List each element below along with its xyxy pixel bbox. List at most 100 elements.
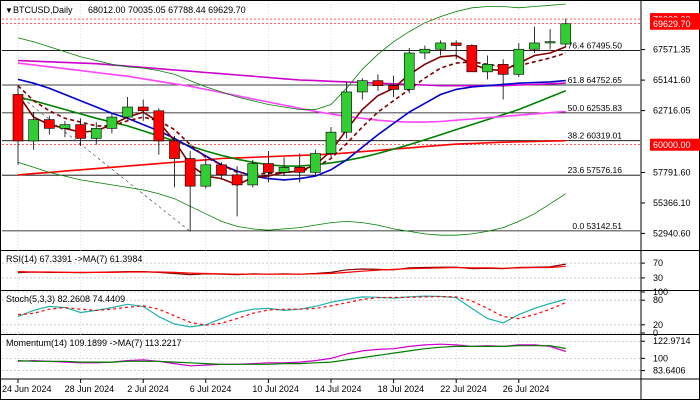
price-panel: 76.4 67495.50 61.8 64752.65 50.0 62535.83 3… — [2, 3, 700, 238]
candle-body — [12, 94, 24, 142]
candle-body — [169, 140, 180, 159]
candle — [435, 40, 446, 56]
fib-level-label: 61.8 64752.65 — [568, 75, 623, 85]
candle-body — [59, 124, 71, 129]
candle — [325, 127, 337, 158]
candle-body — [184, 158, 196, 187]
fib-level-label: 0.0 53142.51 — [572, 221, 622, 231]
candle-body — [341, 91, 352, 133]
candle — [544, 29, 556, 50]
candle-body — [325, 131, 337, 154]
chart-title: BTCUSD,Daily — [13, 5, 73, 15]
candle-body — [513, 48, 525, 75]
candle-body — [419, 48, 431, 54]
candle — [12, 85, 24, 165]
candle — [43, 115, 55, 135]
price-tag-label: 69629.70 — [653, 19, 691, 29]
candle-body — [231, 174, 243, 186]
indicator-line — [17, 161, 567, 236]
dropdown-icon: ▼ — [5, 6, 13, 15]
candle — [310, 149, 321, 175]
y-tick-label: 55366.10 — [653, 198, 691, 208]
candle-body — [90, 128, 102, 139]
candle — [231, 166, 243, 217]
candle-body — [497, 64, 509, 75]
candle — [388, 75, 399, 97]
x-tick-label: 26 Jul 2024 — [503, 384, 550, 394]
fib-level-label: 76.4 67495.50 — [568, 41, 623, 51]
candle-body — [529, 42, 540, 50]
x-tick-label: 22 Jul 2024 — [440, 384, 487, 394]
candle — [184, 151, 196, 232]
chart-svg: 76.4 67495.50 61.8 64752.65 50.0 62535.83 3… — [0, 0, 700, 400]
candle — [200, 158, 212, 189]
y-tick-label: 62716.05 — [653, 106, 691, 116]
candle — [513, 42, 525, 77]
y-tick-label: 70 — [653, 258, 663, 268]
indicator-panel-2: 10080200Stoch(5,3,3) 82.2608 74.4409 — [2, 287, 668, 338]
candle-body — [263, 163, 274, 173]
candle-body — [137, 106, 149, 112]
candle — [356, 78, 368, 100]
x-tick-label: 18 Jul 2024 — [378, 384, 425, 394]
candle — [372, 74, 384, 91]
candle — [28, 112, 39, 150]
y-tick-label: 65141.60 — [653, 75, 691, 85]
candle — [419, 45, 431, 60]
y-tick-label: 67571.35 — [653, 45, 691, 55]
candle-body — [216, 164, 227, 176]
candle-body — [482, 64, 493, 73]
fib-level-label: 38.2 60319.01 — [568, 131, 623, 141]
indicator-line — [17, 3, 566, 110]
y-tick-label: 30 — [653, 273, 663, 283]
indicator-line — [17, 139, 566, 176]
candle-body — [294, 167, 306, 173]
y-tick-label: 83.6406 — [653, 366, 686, 376]
candle — [482, 55, 493, 80]
candle-body — [388, 85, 399, 90]
candle — [403, 47, 415, 94]
y-tick-label: 52940.60 — [653, 228, 691, 238]
y-tick-label: 80 — [653, 295, 663, 305]
candle-body — [153, 110, 165, 142]
candle-body — [560, 23, 572, 45]
candle-body — [544, 41, 556, 44]
price-tag-label: 60000.00 — [653, 140, 691, 150]
candle-body — [75, 124, 86, 139]
candle-body — [372, 80, 384, 86]
x-tick-label: 6 Jul 2024 — [190, 384, 232, 394]
fib-level-label: 23.6 57576.16 — [568, 165, 623, 175]
candle-body — [247, 163, 259, 186]
candle-body — [106, 116, 118, 129]
y-tick-label: 57791.60 — [653, 167, 691, 177]
candle — [341, 81, 352, 139]
candle-body — [403, 52, 415, 90]
x-tick-label: 14 Jul 2024 — [315, 384, 362, 394]
candle-body — [356, 80, 368, 93]
chart-root: 76.4 67495.50 61.8 64752.65 50.0 62535.83 3… — [0, 0, 700, 400]
candle — [497, 59, 509, 100]
candle-body — [310, 153, 321, 173]
indicator-series — [17, 345, 566, 365]
candle — [106, 113, 118, 134]
candle-body — [43, 119, 55, 129]
x-tick-label: 28 Jun 2024 — [65, 384, 115, 394]
candle-body — [28, 119, 39, 142]
x-tick-label: 2 Jul 2024 — [127, 384, 169, 394]
indicator-panel-3: 122.9714 100 83.6406 Momentum(14) 109.1899 … — [2, 336, 691, 376]
candle-body — [200, 164, 212, 187]
candle — [560, 18, 572, 47]
candle-body — [450, 42, 462, 46]
x-tick-label: 24 Jun 2024 — [2, 384, 52, 394]
candle-body — [278, 167, 290, 173]
candle — [247, 159, 259, 188]
candle-body — [466, 45, 478, 73]
panel-title: RSI(14) 67.3391 ->MA(7) 61.3984 — [6, 254, 142, 264]
candle — [153, 108, 165, 155]
candle-body — [122, 106, 133, 118]
candle — [529, 26, 540, 53]
candle-body — [435, 42, 446, 50]
indicator-series — [17, 263, 566, 276]
y-tick-label: 100 — [653, 353, 668, 363]
indicator-series — [17, 265, 566, 275]
